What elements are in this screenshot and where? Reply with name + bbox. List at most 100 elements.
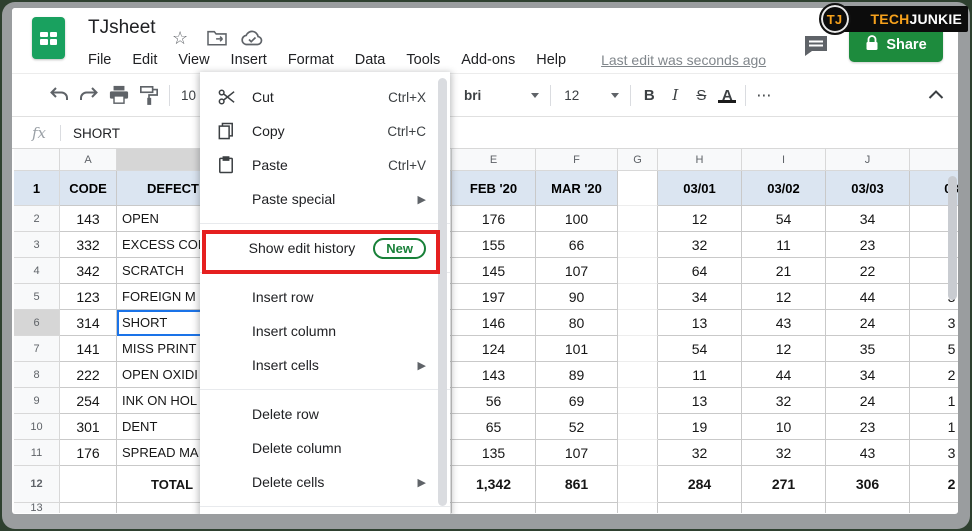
cell-r7[interactable]: 124 [452, 336, 536, 362]
cell-r3[interactable]: 66 [536, 232, 618, 258]
last-edit-link[interactable]: Last edit was seconds ago [601, 52, 766, 68]
font-caret-icon[interactable] [531, 93, 539, 98]
cell-r10[interactable] [618, 414, 658, 440]
zoom-select[interactable]: 10 [181, 88, 196, 103]
menubar-item-addons[interactable]: Add-ons [461, 52, 515, 68]
sheets-logo-icon[interactable] [32, 17, 65, 59]
cell-r2[interactable]: 100 [536, 206, 618, 232]
cell-r9[interactable]: 56 [452, 388, 536, 414]
menu-item-paste-special[interactable]: Paste special▶ [200, 182, 450, 216]
menu-item-insert-cells[interactable]: Insert cells▶ [200, 348, 450, 382]
cell-r10[interactable]: 10 [742, 414, 826, 440]
cell-r4[interactable]: 107 [536, 258, 618, 284]
cell-r10[interactable]: 1 [910, 414, 958, 440]
cell-r7[interactable]: 54 [658, 336, 742, 362]
cell-r13[interactable] [910, 503, 958, 513]
cell-r8[interactable]: 44 [742, 362, 826, 388]
cell-r4[interactable] [618, 258, 658, 284]
cell-r13[interactable] [658, 503, 742, 513]
cell-r2[interactable]: 176 [452, 206, 536, 232]
formula-input[interactable]: SHORT [73, 126, 120, 141]
column-header-J[interactable]: J [826, 149, 910, 171]
menu-item-copy[interactable]: CopyCtrl+C [200, 114, 450, 148]
cell-r3[interactable] [618, 232, 658, 258]
cell-r13[interactable] [60, 503, 117, 513]
cell-r12[interactable] [618, 466, 658, 503]
font-size-select[interactable]: 12 [564, 88, 579, 103]
cell-r7[interactable] [618, 336, 658, 362]
cell-r6[interactable]: 146 [452, 310, 536, 336]
redo-button[interactable] [74, 80, 104, 110]
cell-r13[interactable] [536, 503, 618, 513]
cell-r2[interactable]: 34 [826, 206, 910, 232]
cell-r9[interactable]: 32 [742, 388, 826, 414]
header-cell[interactable]: 03/01 [658, 171, 742, 206]
cell-r6[interactable]: 24 [826, 310, 910, 336]
cell-r11[interactable]: 32 [658, 440, 742, 466]
print-button[interactable] [104, 80, 134, 110]
cell-r9[interactable]: 254 [60, 388, 117, 414]
cell-r13[interactable] [742, 503, 826, 513]
menubar-item-data[interactable]: Data [355, 52, 386, 68]
menu-item-paste[interactable]: PasteCtrl+V [200, 148, 450, 182]
cell-r13[interactable] [618, 503, 658, 513]
menu-item-delete-cells[interactable]: Delete cells▶ [200, 465, 450, 499]
cell-r3[interactable]: 332 [60, 232, 117, 258]
collapse-toolbar-icon[interactable] [928, 86, 944, 104]
cell-r6[interactable]: 80 [536, 310, 618, 336]
paint-format-button[interactable] [134, 80, 164, 110]
text-color-button[interactable]: A [714, 87, 740, 104]
cell-r9[interactable]: 24 [826, 388, 910, 414]
cell-r8[interactable]: 89 [536, 362, 618, 388]
cell-r11[interactable]: 107 [536, 440, 618, 466]
menu-item-insert-column[interactable]: Insert column [200, 314, 450, 348]
menu-scrollbar[interactable] [438, 78, 447, 506]
cell-r5[interactable]: 44 [826, 284, 910, 310]
cell-r2[interactable]: 143 [60, 206, 117, 232]
cell-r5[interactable]: 123 [60, 284, 117, 310]
menubar-item-help[interactable]: Help [536, 52, 566, 68]
share-button[interactable]: Share [849, 27, 943, 62]
cell-r6[interactable]: 13 [658, 310, 742, 336]
menubar-item-format[interactable]: Format [288, 52, 334, 68]
cell-r10[interactable]: 65 [452, 414, 536, 440]
font-family-select[interactable]: bri [464, 88, 481, 103]
menubar-item-view[interactable]: View [178, 52, 209, 68]
cell-r3[interactable]: 11 [742, 232, 826, 258]
cell-r2[interactable]: 12 [658, 206, 742, 232]
cell-r12[interactable]: 1,342 [452, 466, 536, 503]
cell-r6[interactable]: 3 [910, 310, 958, 336]
header-cell[interactable]: 03/03 [826, 171, 910, 206]
menu-item-delete-row[interactable]: Delete row [200, 397, 450, 431]
row-header-2[interactable]: 2 [14, 206, 60, 232]
cell-r5[interactable]: 90 [536, 284, 618, 310]
cell-r11[interactable]: 176 [60, 440, 117, 466]
cell-r4[interactable]: 22 [826, 258, 910, 284]
cell-r12[interactable]: 271 [742, 466, 826, 503]
cell-r12[interactable]: 2 [910, 466, 958, 503]
cell-r11[interactable]: 3 [910, 440, 958, 466]
cell-r10[interactable]: 301 [60, 414, 117, 440]
cell-r11[interactable] [618, 440, 658, 466]
cell-r7[interactable]: 5 [910, 336, 958, 362]
column-header-G[interactable]: G [618, 149, 658, 171]
row-header-8[interactable]: 8 [14, 362, 60, 388]
cell-r8[interactable]: 11 [658, 362, 742, 388]
italic-button[interactable]: I [662, 86, 688, 104]
row-header-10[interactable]: 10 [14, 414, 60, 440]
comment-icon[interactable] [803, 34, 829, 63]
row-header-4[interactable]: 4 [14, 258, 60, 284]
menubar-item-edit[interactable]: Edit [132, 52, 157, 68]
cell-r9[interactable] [618, 388, 658, 414]
cell-r12[interactable]: 284 [658, 466, 742, 503]
cell-r10[interactable]: 23 [826, 414, 910, 440]
row-header-13[interactable]: 13 [14, 503, 60, 513]
column-header-A[interactable]: A [60, 149, 117, 171]
cell-r7[interactable]: 12 [742, 336, 826, 362]
header-cell[interactable]: MAR '20 [536, 171, 618, 206]
cell-r10[interactable]: 52 [536, 414, 618, 440]
cell-r13[interactable] [826, 503, 910, 513]
cell-r4[interactable]: 64 [658, 258, 742, 284]
cell-r7[interactable]: 35 [826, 336, 910, 362]
cell-r6[interactable]: 43 [742, 310, 826, 336]
